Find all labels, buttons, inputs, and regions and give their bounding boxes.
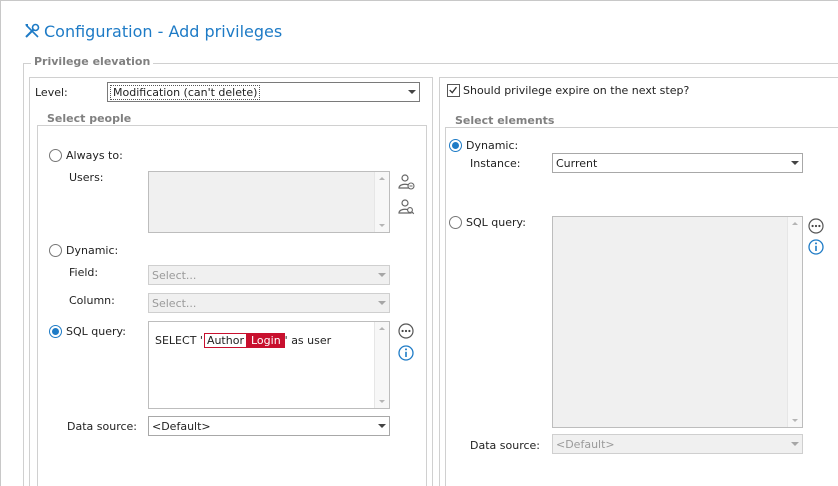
more-options-icon[interactable] [397,322,415,340]
chevron-down-icon [408,90,416,94]
sql-token-author[interactable]: Author [203,333,247,348]
sql-elements-radio[interactable] [449,216,462,229]
always-to-radio[interactable] [49,149,62,162]
chevron-down-icon [378,273,386,277]
people-datasource-label: Data source: [67,420,137,433]
sql-elements-label: SQL query: [466,216,526,229]
sql-people-scrollbar[interactable] [374,322,389,408]
sql-people-label: SQL query: [66,325,126,338]
elements-datasource-select[interactable]: <Default> [552,434,803,454]
expire-label: Should privilege expire on the next step… [463,84,690,97]
chevron-down-icon [378,301,386,305]
elements-datasource-label: Data source: [470,439,540,452]
tools-icon [25,23,40,38]
window-title-bar: Configuration - Add privileges [23,19,282,43]
people-datasource-select[interactable]: <Default> [148,416,390,436]
always-to-label: Always to: [66,149,123,162]
page-title: Configuration - Add privileges [44,21,283,41]
sql-people-radio[interactable] [49,325,62,338]
chevron-down-icon [378,424,386,428]
scroll-up-icon[interactable] [792,222,798,225]
sql-token-login[interactable]: Login [246,333,285,348]
users-scrollbar[interactable] [374,172,389,232]
scroll-up-icon[interactable] [379,327,385,330]
field-label: Field: [69,266,99,279]
dynamic-people-radio[interactable] [49,244,62,257]
sql-people-text: SELECT ' Author Login ' as user [155,333,332,348]
search-user-icon[interactable] [397,198,415,216]
scroll-down-icon[interactable] [379,224,385,227]
privilege-elevation-legend: Privilege elevation [31,55,154,68]
dynamic-elements-radio[interactable] [449,139,462,152]
column-select[interactable]: Select... [148,293,390,313]
sql-elements-scrollbar[interactable] [787,217,802,427]
chevron-down-icon [791,442,799,446]
users-label: Users: [69,171,104,184]
level-select[interactable]: Modification (can't delete) [107,82,420,102]
column-label: Column: [69,294,115,307]
users-listbox[interactable] [148,171,390,233]
sql-elements-editor[interactable] [552,216,803,428]
info-icon[interactable] [807,238,825,256]
level-label: Level: [35,86,68,99]
dynamic-people-label: Dynamic: [66,244,119,257]
scroll-down-icon[interactable] [792,419,798,422]
select-elements-legend: Select elements [452,114,558,127]
sql-people-editor[interactable]: SELECT ' Author Login ' as user [148,321,390,409]
instance-select[interactable]: Current [552,153,803,173]
expire-checkbox[interactable] [447,84,460,97]
scroll-up-icon[interactable] [379,177,385,180]
field-select[interactable]: Select... [148,265,390,285]
checkmark-icon [449,86,457,94]
more-options-icon[interactable] [807,217,825,235]
scroll-down-icon[interactable] [379,400,385,403]
configuration-window: Configuration - Add privileges Privilege… [0,0,838,486]
add-user-icon[interactable] [397,173,415,191]
instance-label: Instance: [470,157,521,170]
dynamic-elements-label: Dynamic: [466,139,519,152]
select-people-legend: Select people [44,112,135,125]
chevron-down-icon [791,161,799,165]
info-icon[interactable] [397,344,415,362]
